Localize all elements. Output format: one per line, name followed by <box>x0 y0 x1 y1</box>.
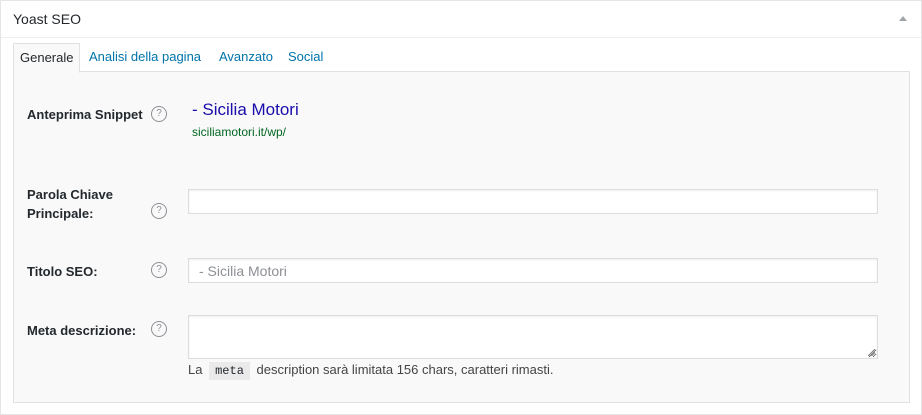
note-suffix: description sarà limitata 156 chars, car… <box>256 362 554 377</box>
snippet-preview-url: siciliamotori.it/wp/ <box>192 125 287 139</box>
focus-keyword-label-line1: Parola Chiave <box>27 187 113 202</box>
focus-keyword-label: Parola Chiave Principale: <box>27 185 113 223</box>
meta-description-wrapper <box>188 315 878 359</box>
note-prefix: La <box>188 362 203 377</box>
note-code: meta <box>209 362 250 380</box>
snippet-label: Anteprima Snippet <box>27 107 143 122</box>
meta-description-textarea[interactable] <box>188 315 878 359</box>
tab-generale[interactable]: Generale <box>13 43 81 73</box>
resize-handle-icon[interactable] <box>868 349 875 356</box>
tab-avanzato[interactable]: Avanzato <box>213 43 279 71</box>
question-circle-icon[interactable]: ? <box>151 106 167 122</box>
seo-title-label: Titolo SEO: <box>27 264 98 279</box>
tab-analisi-della-pagina[interactable]: Analisi della pagina <box>83 43 207 71</box>
triangle-up-icon[interactable] <box>899 16 907 21</box>
question-circle-icon[interactable]: ? <box>151 262 167 278</box>
metabox-title: Yoast SEO <box>13 11 81 27</box>
meta-description-note: La meta description sarà limitata 156 ch… <box>188 362 554 380</box>
yoast-seo-metabox: Yoast SEO Generale Analisi della pagina … <box>0 0 922 415</box>
focus-keyword-label-line2: Principale: <box>27 206 94 221</box>
metabox-header[interactable]: Yoast SEO <box>1 1 921 38</box>
meta-description-label: Meta descrizione: <box>27 323 137 338</box>
focus-keyword-input[interactable] <box>188 189 878 214</box>
tab-bar: Generale Analisi della pagina Avanzato S… <box>13 43 908 73</box>
tab-panel-generale: Anteprima Snippet ? - Sicilia Motori sic… <box>13 71 910 403</box>
tab-social[interactable]: Social <box>282 43 329 71</box>
question-circle-icon[interactable]: ? <box>151 321 167 337</box>
question-circle-icon[interactable]: ? <box>151 203 167 219</box>
snippet-preview-title[interactable]: - Sicilia Motori <box>192 100 299 120</box>
seo-title-input[interactable] <box>188 258 878 283</box>
